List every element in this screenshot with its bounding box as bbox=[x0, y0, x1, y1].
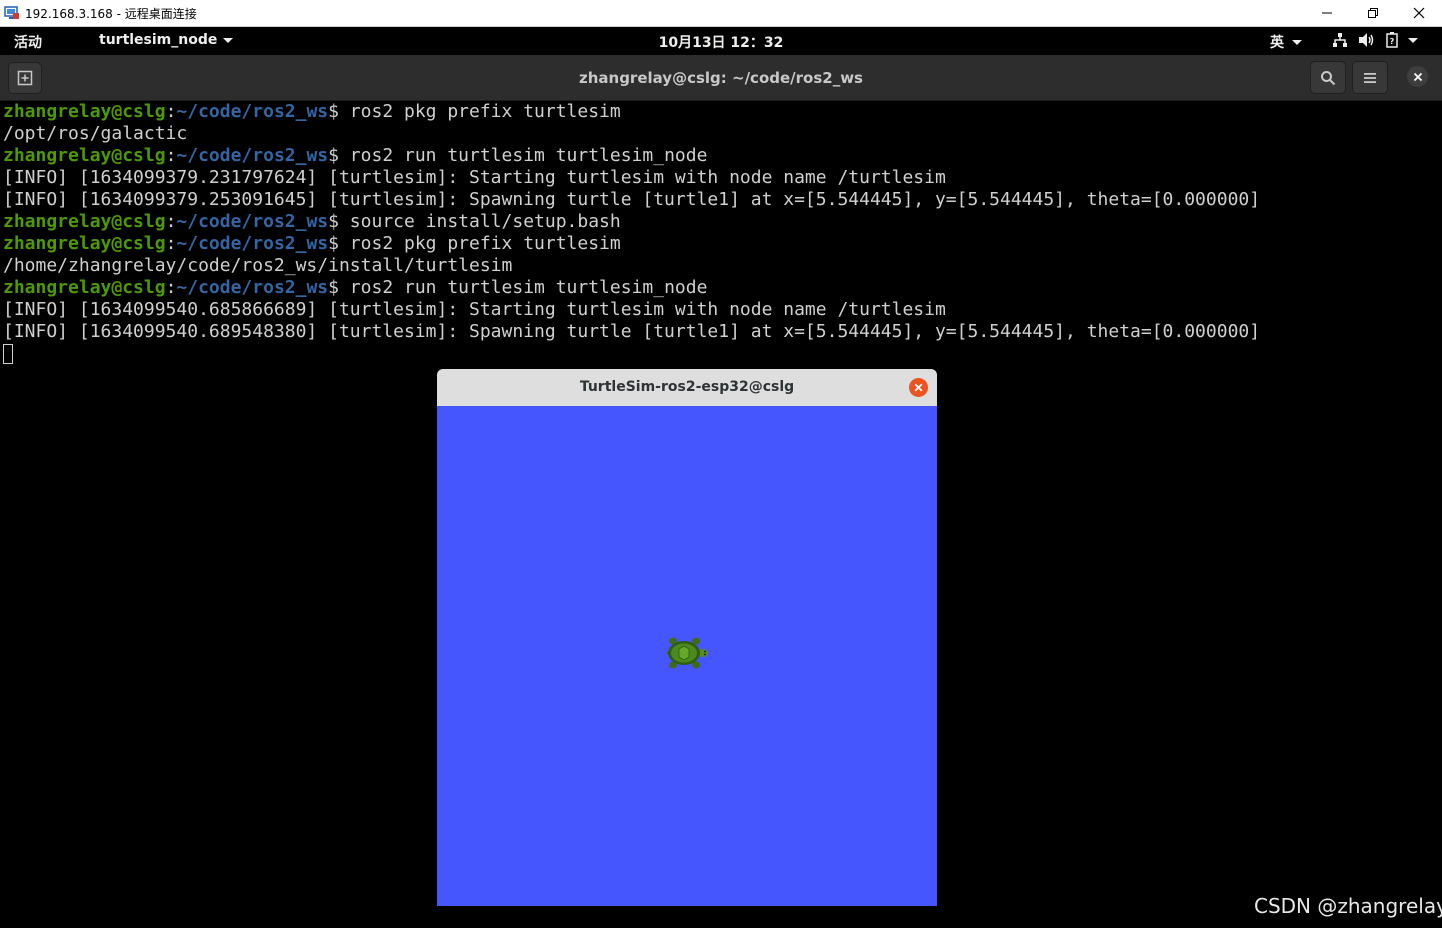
terminal-output-line: [INFO] [1634099540.685866689] [turtlesim… bbox=[3, 299, 1260, 321]
system-tray[interactable]: ? bbox=[1332, 32, 1418, 48]
remote-desktop-icon bbox=[4, 6, 19, 19]
hamburger-menu-button[interactable] bbox=[1352, 61, 1388, 94]
terminal-prompt-line: zhangrelay@cslg:~/code/ros2_ws$ source i… bbox=[3, 211, 1260, 233]
prompt-user: zhangrelay@cslg bbox=[3, 277, 166, 298]
prompt-path: ~/code/ros2_ws bbox=[176, 145, 329, 166]
rdp-title-bar: 192.168.3.168 - 远程桌面连接 bbox=[0, 0, 1442, 27]
output-text: [INFO] [1634099540.689548380] [turtlesim… bbox=[3, 321, 1261, 342]
output-text: /opt/ros/galactic bbox=[3, 123, 188, 144]
rdp-window-title: 192.168.3.168 - 远程桌面连接 bbox=[25, 7, 197, 21]
terminal-output-line: /home/zhangrelay/code/ros2_ws/install/tu… bbox=[3, 255, 1260, 277]
app-menu-label: turtlesim_node bbox=[99, 32, 218, 48]
terminal-prompt-line: zhangrelay@cslg:~/code/ros2_ws$ ros2 pkg… bbox=[3, 233, 1260, 255]
output-text: [INFO] [1634099379.231797624] [turtlesim… bbox=[3, 167, 946, 188]
turtlesim-canvas bbox=[437, 406, 937, 906]
close-window-button[interactable] bbox=[1396, 0, 1442, 26]
prompt-colon: : bbox=[165, 145, 177, 166]
prompt-colon: : bbox=[165, 233, 177, 254]
search-button[interactable] bbox=[1310, 61, 1346, 94]
terminal-prompt-line: zhangrelay@cslg:~/code/ros2_ws$ ros2 run… bbox=[3, 145, 1260, 167]
terminal-title: zhangrelay@cslg: ~/code/ros2_ws bbox=[578, 69, 863, 87]
new-tab-icon bbox=[17, 70, 33, 86]
prompt-dollar: $ bbox=[328, 101, 339, 122]
turtlesim-window: TurtleSim-ros2-esp32@cslg bbox=[437, 369, 937, 906]
app-menu[interactable]: turtlesim_node bbox=[99, 32, 234, 48]
activities-button[interactable]: 活动 bbox=[14, 32, 42, 52]
input-method-indicator[interactable]: 英 bbox=[1270, 32, 1302, 52]
minimize-icon bbox=[1322, 12, 1332, 14]
command-text: ros2 run turtlesim turtlesim_node bbox=[338, 145, 708, 166]
terminal-header-bar: zhangrelay@cslg: ~/code/ros2_ws bbox=[0, 55, 1442, 101]
chevron-down-icon bbox=[223, 37, 234, 43]
svg-text:?: ? bbox=[1390, 37, 1395, 46]
turtlesim-title-bar[interactable]: TurtleSim-ros2-esp32@cslg bbox=[437, 369, 937, 406]
restore-button[interactable] bbox=[1350, 0, 1396, 26]
output-text: /home/zhangrelay/code/ros2_ws/install/tu… bbox=[3, 255, 513, 276]
output-text: [INFO] [1634099540.685866689] [turtlesim… bbox=[3, 299, 946, 320]
minimize-button[interactable] bbox=[1304, 0, 1350, 26]
prompt-user: zhangrelay@cslg bbox=[3, 145, 166, 166]
network-icon bbox=[1333, 33, 1347, 47]
prompt-colon: : bbox=[165, 277, 177, 298]
volume-icon bbox=[1359, 33, 1374, 47]
prompt-path: ~/code/ros2_ws bbox=[176, 233, 329, 254]
close-icon bbox=[1413, 72, 1422, 81]
terminal-cursor-line bbox=[3, 343, 1260, 365]
battery-icon: ? bbox=[1386, 32, 1398, 48]
terminal-output-line: /opt/ros/galactic bbox=[3, 123, 1260, 145]
prompt-dollar: $ bbox=[328, 145, 339, 166]
close-icon bbox=[914, 383, 923, 392]
new-tab-button[interactable] bbox=[8, 62, 42, 94]
command-text: ros2 pkg prefix turtlesim bbox=[338, 233, 621, 254]
prompt-user: zhangrelay@cslg bbox=[3, 211, 166, 232]
prompt-path: ~/code/ros2_ws bbox=[176, 101, 329, 122]
terminal-close-button[interactable] bbox=[1407, 66, 1428, 87]
prompt-colon: : bbox=[165, 101, 177, 122]
terminal-lines: zhangrelay@cslg:~/code/ros2_ws$ ros2 pkg… bbox=[3, 101, 1260, 365]
watermark: CSDN @zhangrelay bbox=[1254, 894, 1442, 918]
prompt-user: zhangrelay@cslg bbox=[3, 233, 166, 254]
input-method-label: 英 bbox=[1270, 35, 1284, 51]
terminal-prompt-line: zhangrelay@cslg:~/code/ros2_ws$ ros2 run… bbox=[3, 277, 1260, 299]
gnome-top-bar: 活动 turtlesim_node 10月13日 12：32 英 ? bbox=[0, 27, 1442, 55]
text-cursor bbox=[3, 344, 13, 364]
chevron-down-icon bbox=[1292, 39, 1302, 45]
clock[interactable]: 10月13日 12：32 bbox=[600, 32, 842, 52]
system-menu-chevron-icon bbox=[1408, 37, 1418, 43]
terminal-prompt-line: zhangrelay@cslg:~/code/ros2_ws$ ros2 pkg… bbox=[3, 101, 1260, 123]
terminal-output-line: [INFO] [1634099379.253091645] [turtlesim… bbox=[3, 189, 1260, 211]
search-icon bbox=[1321, 70, 1336, 85]
turtle-icon bbox=[666, 637, 708, 669]
prompt-dollar: $ bbox=[328, 211, 339, 232]
command-text: ros2 run turtlesim turtlesim_node bbox=[338, 277, 708, 298]
prompt-dollar: $ bbox=[328, 277, 339, 298]
terminal-output-line: [INFO] [1634099540.689548380] [turtlesim… bbox=[3, 321, 1260, 343]
prompt-path: ~/code/ros2_ws bbox=[176, 211, 329, 232]
terminal-output-line: [INFO] [1634099379.231797624] [turtlesim… bbox=[3, 167, 1260, 189]
turtlesim-window-title: TurtleSim-ros2-esp32@cslg bbox=[579, 379, 795, 395]
command-text: source install/setup.bash bbox=[338, 211, 621, 232]
output-text: [INFO] [1634099379.253091645] [turtlesim… bbox=[3, 189, 1261, 210]
close-icon bbox=[1413, 7, 1425, 19]
prompt-dollar: $ bbox=[328, 233, 339, 254]
turtlesim-close-button[interactable] bbox=[909, 378, 928, 397]
prompt-user: zhangrelay@cslg bbox=[3, 101, 166, 122]
prompt-colon: : bbox=[165, 211, 177, 232]
restore-icon bbox=[1368, 8, 1378, 18]
command-text: ros2 pkg prefix turtlesim bbox=[338, 101, 621, 122]
hamburger-menu-icon bbox=[1364, 72, 1376, 83]
prompt-path: ~/code/ros2_ws bbox=[176, 277, 329, 298]
